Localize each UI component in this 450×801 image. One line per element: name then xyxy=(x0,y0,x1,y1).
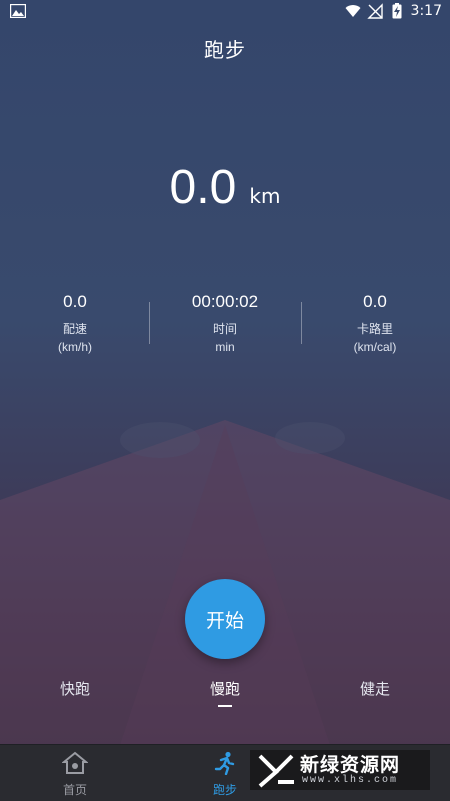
stat-value: 00:00:02 xyxy=(191,292,259,311)
no-signal-icon xyxy=(366,3,383,19)
battery-charging-icon xyxy=(392,3,402,19)
home-icon xyxy=(61,751,89,774)
tab-slow-run[interactable]: 慢跑 xyxy=(185,678,265,707)
wifi-icon xyxy=(345,5,361,17)
stats-divider xyxy=(301,302,302,344)
stats-row: 0.0 配速 (km/h) 00:00:02 时间 min 0.0 卡路里 (k… xyxy=(0,292,450,362)
tab-brisk-walk[interactable]: 健走 xyxy=(335,678,415,699)
status-time: 3:17 xyxy=(410,3,442,19)
stats-divider xyxy=(149,302,150,344)
watermark-url: www.xlhs.com xyxy=(302,774,399,786)
active-tab-indicator xyxy=(218,705,232,707)
watermark-brand: 新绿资源网 xyxy=(300,753,401,776)
stat-value: 0.0 xyxy=(63,292,87,311)
start-button[interactable]: 开始 xyxy=(185,579,265,659)
image-notification-icon xyxy=(10,4,26,18)
stat-label: 配速 xyxy=(62,322,87,336)
page-title: 跑步 xyxy=(204,38,246,62)
tab-label: 快跑 xyxy=(59,680,90,698)
nav-label: 首页 xyxy=(62,783,87,797)
distance-display: 0.0 km xyxy=(0,160,450,215)
stat-label: 卡路里 xyxy=(356,322,393,336)
distance-value: 0.0 xyxy=(169,161,237,214)
stat-unit: (km/cal) xyxy=(353,340,397,354)
stat-label: 时间 xyxy=(212,322,237,336)
run-mode-tabs: 快跑 慢跑 健走 xyxy=(0,678,450,708)
stat-unit: min xyxy=(215,340,235,354)
distance-unit: km xyxy=(249,184,281,208)
stat-time: 00:00:02 时间 min xyxy=(150,292,300,362)
nav-home[interactable]: 首页 xyxy=(40,751,110,798)
tab-fast-run[interactable]: 快跑 xyxy=(35,678,115,699)
stat-calories: 0.0 卡路里 (km/cal) xyxy=(300,292,450,362)
brand-logo-icon xyxy=(258,754,294,788)
stat-unit: (km/h) xyxy=(58,340,92,354)
watermark-logo: 新绿资源网 www.xlhs.com xyxy=(250,750,430,790)
tab-label: 健走 xyxy=(359,680,390,698)
stat-value: 0.0 xyxy=(363,292,387,311)
stat-pace: 0.0 配速 (km/h) xyxy=(0,292,150,362)
tab-label: 慢跑 xyxy=(209,680,240,698)
status-bar: 3:17 xyxy=(0,0,450,26)
runner-icon xyxy=(214,751,235,776)
